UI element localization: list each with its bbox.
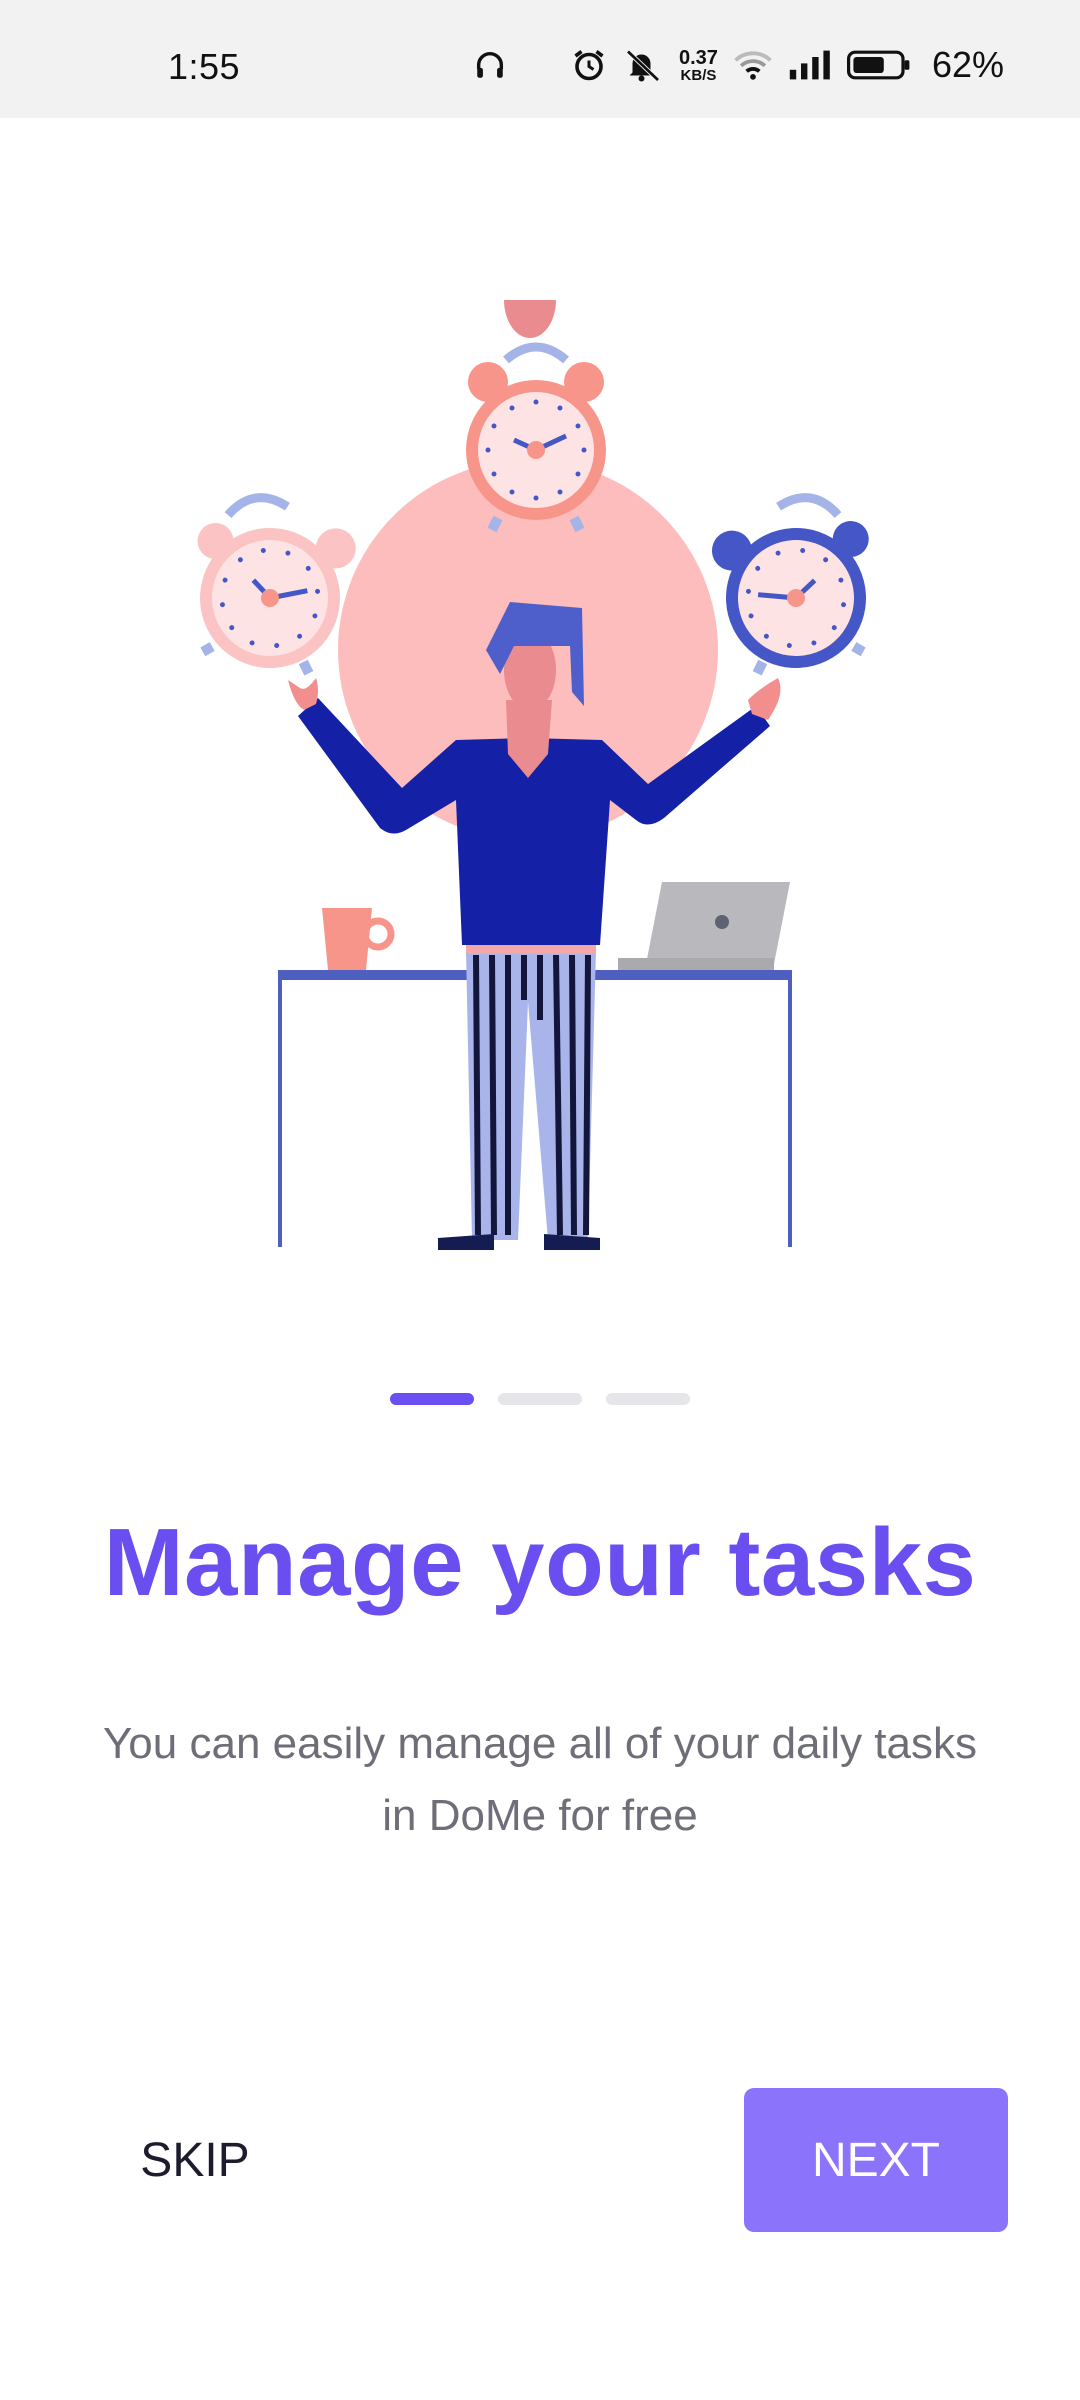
net-speed-value: 0.37 xyxy=(679,46,718,69)
onboarding-subtitle: You can easily manage all of your daily … xyxy=(50,1708,1030,1852)
battery-icon xyxy=(846,50,910,80)
status-icons: 0.37 KB/S 62% xyxy=(473,44,1004,86)
subtitle-line-2: in DoMe for free xyxy=(382,1791,698,1840)
person-legs xyxy=(438,942,600,1250)
page-dot-2 xyxy=(498,1393,582,1405)
net-speed-unit: KB/S xyxy=(680,66,717,84)
net-speed: 0.37 KB/S xyxy=(679,48,718,83)
next-button[interactable]: NEXT xyxy=(744,2088,1008,2232)
laptop-icon xyxy=(618,882,790,970)
page-dot-1 xyxy=(390,1393,474,1405)
skip-button[interactable]: SKIP xyxy=(110,2088,280,2232)
mug-icon xyxy=(322,908,395,970)
alarm-icon xyxy=(574,50,604,81)
onboarding-illustration xyxy=(197,300,869,1250)
status-bar: 1:55 0.37 KB/S 62% xyxy=(0,0,1080,118)
battery-percent: 62% xyxy=(931,44,1004,85)
wifi-icon xyxy=(734,51,772,80)
signal-icon xyxy=(789,50,830,80)
alarm-clock-right-icon xyxy=(711,493,869,676)
onboarding-title: Manage your tasks xyxy=(103,1509,977,1616)
page-dot-3 xyxy=(606,1393,690,1405)
status-time: 1:55 xyxy=(168,46,241,87)
mute-icon xyxy=(626,49,660,82)
headphones-icon xyxy=(476,52,504,78)
subtitle-line-1: You can easily manage all of your daily … xyxy=(103,1719,977,1768)
moon-icon xyxy=(528,52,547,79)
page-indicator xyxy=(0,1393,1080,1405)
